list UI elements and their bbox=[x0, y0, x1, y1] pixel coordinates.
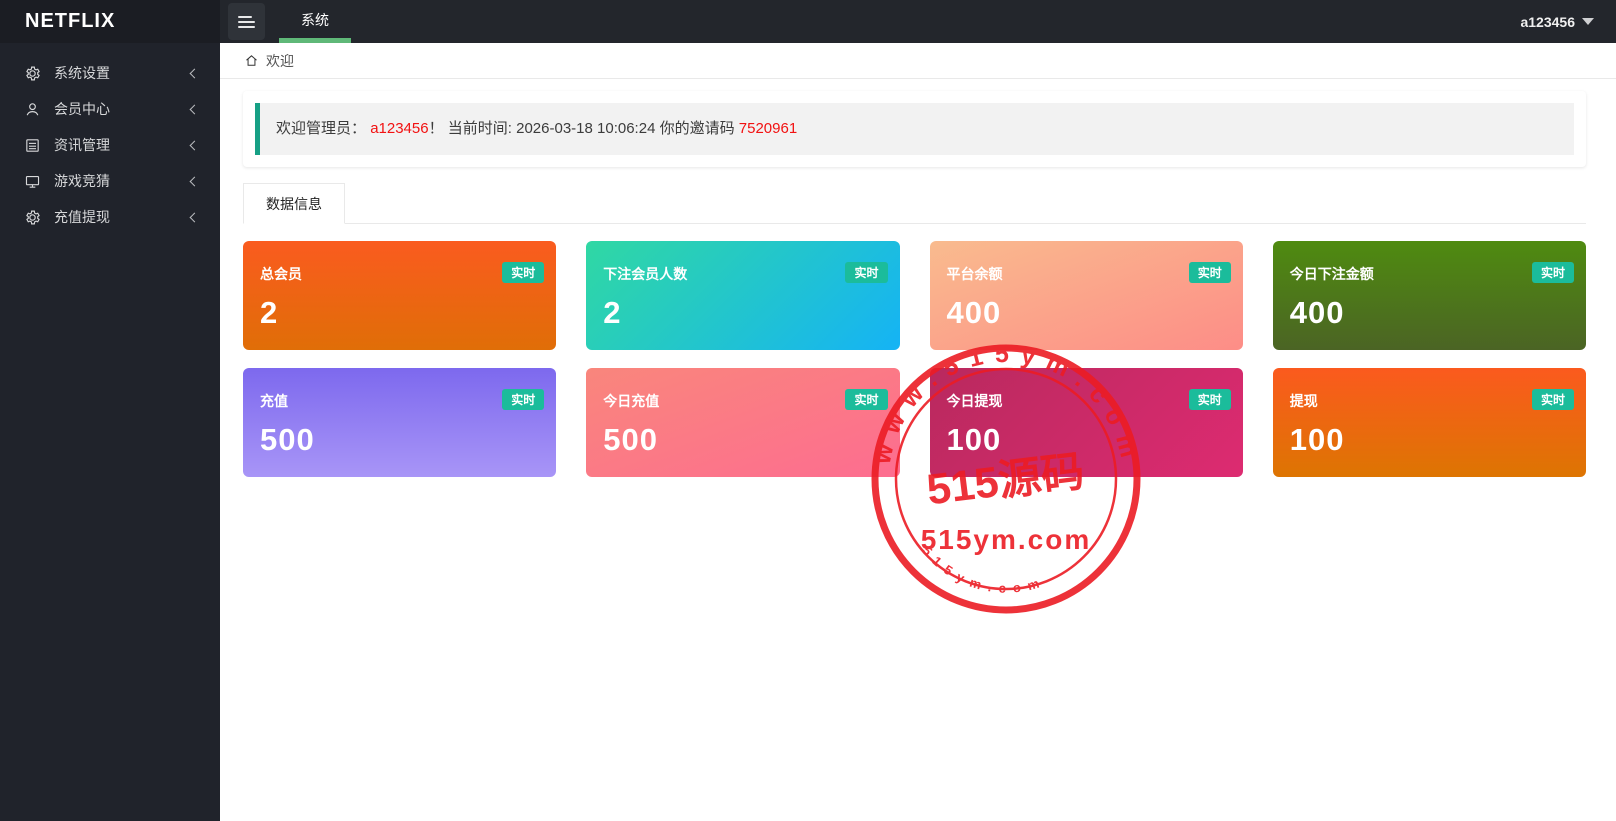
card-value: 500 bbox=[603, 422, 658, 457]
invite-label: 你的邀请码 bbox=[659, 120, 735, 137]
card-value: 500 bbox=[260, 422, 315, 457]
current-time: 2026-03-18 10:06:24 bbox=[516, 120, 656, 137]
realtime-badge: 实时 bbox=[1531, 262, 1574, 283]
hamburger-menu-button[interactable] bbox=[228, 3, 265, 40]
active-tab-underline bbox=[279, 38, 351, 43]
card-value: 100 bbox=[946, 422, 1002, 457]
stat-card-total-members: 总会员 实时 2 bbox=[243, 241, 557, 350]
chevron-left-icon bbox=[189, 104, 200, 114]
topbar-tab-system[interactable]: 系统 bbox=[279, 0, 351, 43]
stat-card-platform-balance: 平台余额 实时 400 bbox=[929, 241, 1243, 350]
chevron-left-icon bbox=[189, 212, 200, 222]
content-area: 欢迎管理员： a123456！ 当前时间: 2026-03-18 10:06:2… bbox=[220, 79, 1616, 821]
watermark-arc-bottom-text: 5 1 5 y m . c o m bbox=[919, 543, 1040, 595]
card-value: 400 bbox=[1289, 295, 1345, 330]
card-label: 平台余额 bbox=[946, 266, 1003, 282]
card-label: 提现 bbox=[1289, 393, 1318, 409]
card-value: 2 bbox=[260, 295, 279, 330]
tab-header: 数据信息 bbox=[243, 183, 1586, 224]
monitor-icon bbox=[24, 173, 41, 190]
sidebar-item-news-management[interactable]: 资讯管理 bbox=[0, 127, 220, 163]
realtime-badge: 实时 bbox=[845, 389, 888, 410]
sidebar-item-label: 会员中心 bbox=[54, 101, 110, 117]
user-icon bbox=[24, 101, 41, 118]
sidebar-item-member-center[interactable]: 会员中心 bbox=[0, 91, 220, 127]
sidebar-item-label: 游戏竞猜 bbox=[54, 173, 110, 189]
topbar-tab-label: 系统 bbox=[301, 12, 329, 28]
username: a123456 bbox=[1520, 13, 1575, 30]
home-icon bbox=[246, 55, 257, 66]
welcome-label: 欢迎管理员： bbox=[276, 120, 367, 137]
welcome-panel: 欢迎管理员： a123456！ 当前时间: 2026-03-18 10:06:2… bbox=[243, 91, 1586, 167]
card-label: 充值 bbox=[260, 393, 288, 409]
gear-icon bbox=[24, 65, 41, 82]
admin-name: a123456 bbox=[370, 120, 429, 137]
news-icon bbox=[24, 137, 41, 154]
stat-card-today-withdraw: 今日提现 实时 100 bbox=[929, 368, 1243, 477]
card-label: 今日提现 bbox=[946, 393, 1003, 409]
realtime-badge: 实时 bbox=[1531, 389, 1574, 410]
sidebar: NETFLIX 系统设置 会员中心 资讯管理 游戏竞猜 充值提现 bbox=[0, 0, 220, 821]
chevron-left-icon bbox=[189, 176, 200, 186]
topbar: 系统 a123456 bbox=[220, 0, 1616, 43]
svg-text:5 1 5 y m . c o m: 5 1 5 y m . c o m bbox=[919, 543, 1042, 595]
sidebar-item-game-guess[interactable]: 游戏竞猜 bbox=[0, 163, 220, 199]
welcome-bang: ！ bbox=[428, 120, 444, 137]
main-column: 系统 a123456 欢迎 欢迎管理员： a123456！ 当前时间: 2026… bbox=[220, 0, 1616, 821]
realtime-badge: 实时 bbox=[845, 262, 888, 283]
sidebar-item-label: 资讯管理 bbox=[54, 137, 110, 153]
tab-data-info[interactable]: 数据信息 bbox=[243, 183, 345, 224]
watermark-site-text: 515ym.com bbox=[921, 524, 1092, 555]
invite-code: 7520961 bbox=[738, 120, 798, 137]
realtime-badge: 实时 bbox=[1188, 262, 1231, 283]
card-label: 今日充值 bbox=[603, 393, 660, 409]
gear-icon bbox=[24, 209, 41, 226]
realtime-badge: 实时 bbox=[502, 262, 545, 283]
card-label: 下注会员人数 bbox=[603, 266, 688, 282]
time-label: 当前时间: bbox=[447, 120, 512, 137]
stat-card-betting-members: 下注会员人数 实时 2 bbox=[586, 241, 900, 350]
sidebar-item-label: 充值提现 bbox=[54, 209, 110, 225]
data-tab-panel: 数据信息 总会员 实时 2 下注会员人数 实时 2 平台余额 实时 400 今日… bbox=[243, 183, 1586, 477]
user-dropdown[interactable]: a123456 bbox=[1498, 0, 1616, 43]
stat-card-recharge: 充值 实时 500 bbox=[243, 368, 557, 477]
admin-app: NETFLIX 系统设置 会员中心 资讯管理 游戏竞猜 充值提现 系统 a123… bbox=[0, 0, 1616, 821]
breadcrumb: 欢迎 bbox=[220, 43, 1616, 79]
realtime-badge: 实时 bbox=[1188, 389, 1231, 410]
stat-card-withdraw: 提现 实时 100 bbox=[1272, 368, 1586, 477]
card-value: 2 bbox=[603, 295, 622, 330]
sidebar-menu: 系统设置 会员中心 资讯管理 游戏竞猜 充值提现 bbox=[0, 43, 220, 235]
chevron-left-icon bbox=[189, 68, 200, 78]
app-logo: NETFLIX bbox=[0, 0, 220, 43]
card-value: 100 bbox=[1289, 422, 1345, 457]
card-value: 400 bbox=[946, 295, 1002, 330]
card-label: 总会员 bbox=[260, 266, 302, 282]
realtime-badge: 实时 bbox=[502, 389, 545, 410]
stat-card-today-recharge: 今日充值 实时 500 bbox=[586, 368, 900, 477]
sidebar-item-system-settings[interactable]: 系统设置 bbox=[0, 55, 220, 91]
sidebar-item-recharge-withdraw[interactable]: 充值提现 bbox=[0, 199, 220, 235]
breadcrumb-label[interactable]: 欢迎 bbox=[266, 51, 294, 71]
sidebar-item-label: 系统设置 bbox=[54, 65, 110, 81]
stat-cards-grid: 总会员 实时 2 下注会员人数 实时 2 平台余额 实时 400 今日下注金额 … bbox=[243, 241, 1586, 477]
caret-down-icon bbox=[1582, 18, 1594, 25]
welcome-alert: 欢迎管理员： a123456！ 当前时间: 2026-03-18 10:06:2… bbox=[255, 103, 1574, 155]
card-label: 今日下注金额 bbox=[1289, 266, 1374, 282]
stat-card-today-bet-amount: 今日下注金额 实时 400 bbox=[1272, 241, 1586, 350]
chevron-left-icon bbox=[189, 140, 200, 150]
